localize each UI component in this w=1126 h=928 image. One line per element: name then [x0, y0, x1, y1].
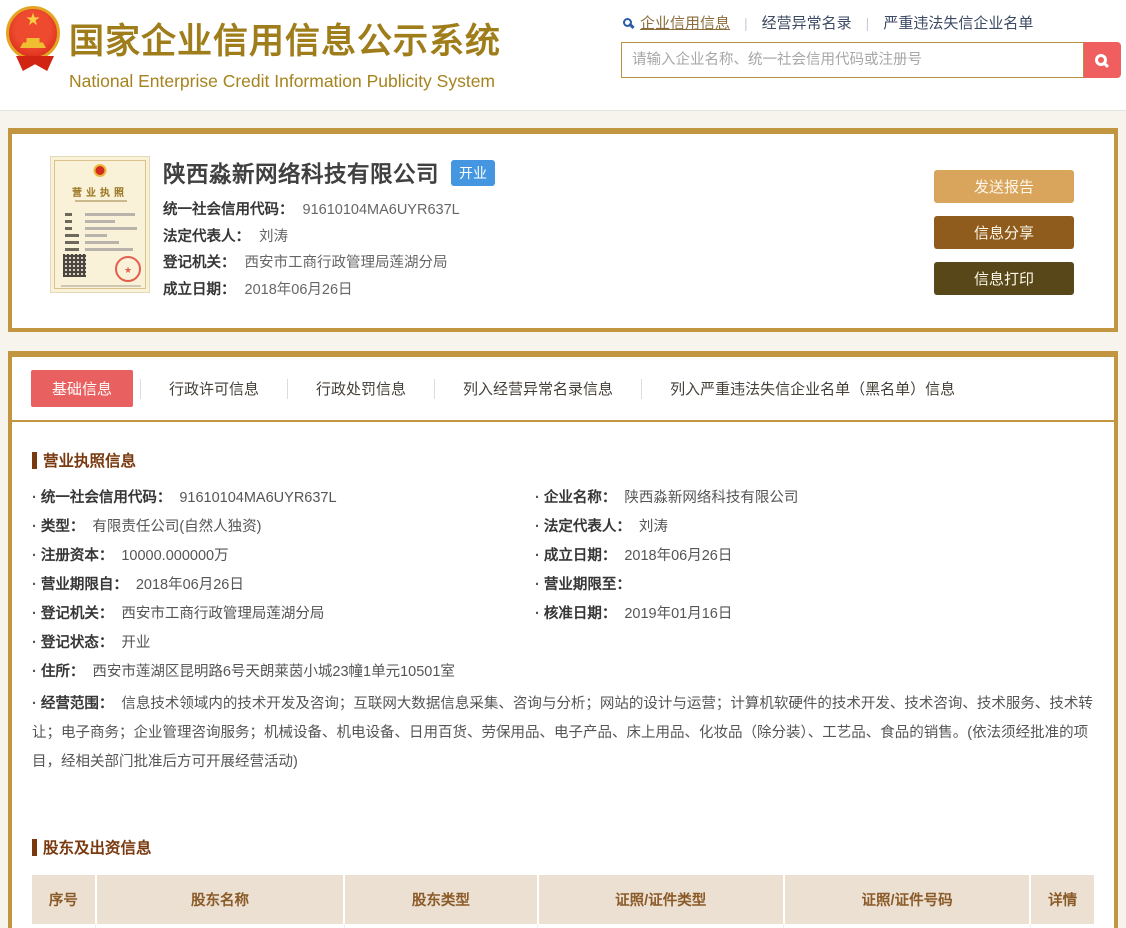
share-info-button[interactable]: 信息分享 [934, 216, 1074, 249]
qr-code [63, 254, 86, 277]
cell-certificate-number: 非公示项 [783, 924, 1031, 928]
license-info-title: 营业执照信息 [43, 453, 137, 470]
col-header-certificate-number: 证照/证件号码 [782, 875, 1031, 924]
nav-link-illegal-blacklist[interactable]: 严重违法失信企业名单 [883, 12, 1033, 33]
field-establish-date: 成立日期：2018年06月26日 [535, 545, 1038, 567]
nav-separator: | [744, 14, 748, 31]
tab-basic-info[interactable]: 基础信息 [31, 370, 134, 407]
search-button-icon [1094, 53, 1107, 66]
shareholders-title: 股东及出资信息 [43, 840, 152, 857]
field-approval-date: 核准日期：2019年01月16日 [535, 603, 1038, 625]
status-badge: 开业 [451, 160, 496, 186]
cell-index: 1 [32, 924, 96, 928]
license-emblem-icon [93, 164, 107, 177]
field-company-type: 类型：有限责任公司(自然人独资) [32, 516, 535, 538]
tab-abnormal-operation-list[interactable]: 列入经营异常名录信息 [442, 370, 634, 407]
shareholders-table: 序号 股东名称 股东类型 证照/证件类型 证照/证件号码 详情 1 刘涛 自然人… [32, 875, 1094, 928]
cell-detail [1029, 924, 1094, 928]
cell-certificate-type: 非公示项 [536, 924, 784, 928]
send-report-button[interactable]: 发送报告 [934, 170, 1074, 203]
top-nav: 企业信用信息 | 经营异常名录 | 严重违法失信企业名单 [621, 12, 1121, 33]
gate-icon [20, 38, 46, 48]
col-header-shareholder-type: 股东类型 [343, 875, 538, 924]
col-header-detail: 详情 [1029, 875, 1094, 924]
site-title: 国家企业信用信息公示系统 [69, 22, 502, 61]
nav-separator: | [865, 14, 870, 31]
tab-strip: 基础信息 行政许可信息 行政处罚信息 列入经营异常名录信息 列入严重违法失信企业… [12, 357, 1114, 422]
company-summary-card: 营业执照 ★ 陕西淼新网络科技有限公司 开业 统一社会信用代码： 9161010… [8, 128, 1118, 332]
red-seal-icon: ★ [115, 256, 141, 282]
col-header-shareholder-name: 股东名称 [94, 875, 345, 924]
field-address: 住所：西安市莲湖区昆明路6号天朗莱茵小城23幢1单元10501室 [32, 661, 1094, 683]
business-license-thumbnail[interactable]: 营业执照 ★ [50, 156, 150, 293]
ribbon-shape [16, 56, 54, 71]
cell-shareholder-name: 刘涛 [95, 924, 345, 928]
field-legal-representative: 法定代表人：刘涛 [535, 516, 1038, 538]
star-icon: ★ [25, 10, 41, 29]
tab-administrative-penalty[interactable]: 行政处罚信息 [295, 370, 427, 407]
col-header-index: 序号 [32, 875, 96, 924]
site-header: ★ 国家企业信用信息公示系统 National Enterprise Credi… [0, 0, 1126, 111]
search-icon [623, 18, 632, 27]
tab-administrative-license[interactable]: 行政许可信息 [148, 370, 280, 407]
emblem-circle: ★ [6, 6, 60, 60]
field-term-start: 营业期限自：2018年06月26日 [32, 574, 535, 596]
search-button[interactable] [1084, 42, 1121, 78]
field-credit-code: 统一社会信用代码：91610104MA6UYR637L [32, 487, 535, 509]
national-emblem-icon: ★ [6, 6, 64, 98]
license-info-section: 营业执照信息 统一社会信用代码：91610104MA6UYR637L 企业名称：… [12, 449, 1114, 777]
search-input[interactable] [621, 42, 1084, 78]
detail-card: 基础信息 行政许可信息 行政处罚信息 列入经营异常名录信息 列入严重违法失信企业… [8, 351, 1118, 928]
summary-field-legal-representative: 法定代表人： 刘涛 [163, 228, 288, 245]
company-name: 陕西淼新网络科技有限公司 [163, 162, 440, 187]
site-subtitle: National Enterprise Credit Information P… [69, 71, 496, 91]
cell-shareholder-type: 自然人股东 [343, 924, 538, 928]
tab-serious-violation-blacklist[interactable]: 列入严重违法失信企业名单（黑名单）信息 [649, 370, 976, 407]
field-registered-capital: 注册资本：10000.000000万 [32, 545, 535, 567]
nav-link-abnormal-directory[interactable]: 经营异常名录 [762, 12, 852, 33]
nav-link-enterprise-credit[interactable]: 企业信用信息 [640, 12, 730, 33]
col-header-certificate-type: 证照/证件类型 [536, 875, 784, 924]
summary-field-credit-code: 统一社会信用代码： 91610104MA6UYR637L [163, 202, 460, 218]
print-info-button[interactable]: 信息打印 [934, 262, 1074, 295]
field-term-end: 营业期限至： [535, 574, 1038, 596]
field-registration-authority: 登记机关：西安市工商行政管理局莲湖分局 [32, 603, 535, 625]
field-company-name: 企业名称：陕西淼新网络科技有限公司 [535, 487, 1038, 509]
table-header-row: 序号 股东名称 股东类型 证照/证件类型 证照/证件号码 详情 [32, 875, 1094, 924]
table-row: 1 刘涛 自然人股东 非公示项 非公示项 [32, 924, 1094, 928]
summary-field-establish-date: 成立日期： 2018年06月26日 [163, 281, 353, 298]
shareholders-section: 股东及出资信息 序号 股东名称 股东类型 证照/证件类型 证照/证件号码 详情 [12, 836, 1114, 928]
summary-field-registration-authority: 登记机关： 西安市工商行政管理局莲湖分局 [163, 255, 448, 271]
field-business-scope: 经营范围：信息技术领域内的技术开发及咨询；互联网大数据信息采集、咨询与分析；网站… [32, 690, 1094, 777]
license-title: 营业执照 [72, 188, 128, 199]
field-registration-status: 登记状态：开业 [32, 632, 535, 654]
